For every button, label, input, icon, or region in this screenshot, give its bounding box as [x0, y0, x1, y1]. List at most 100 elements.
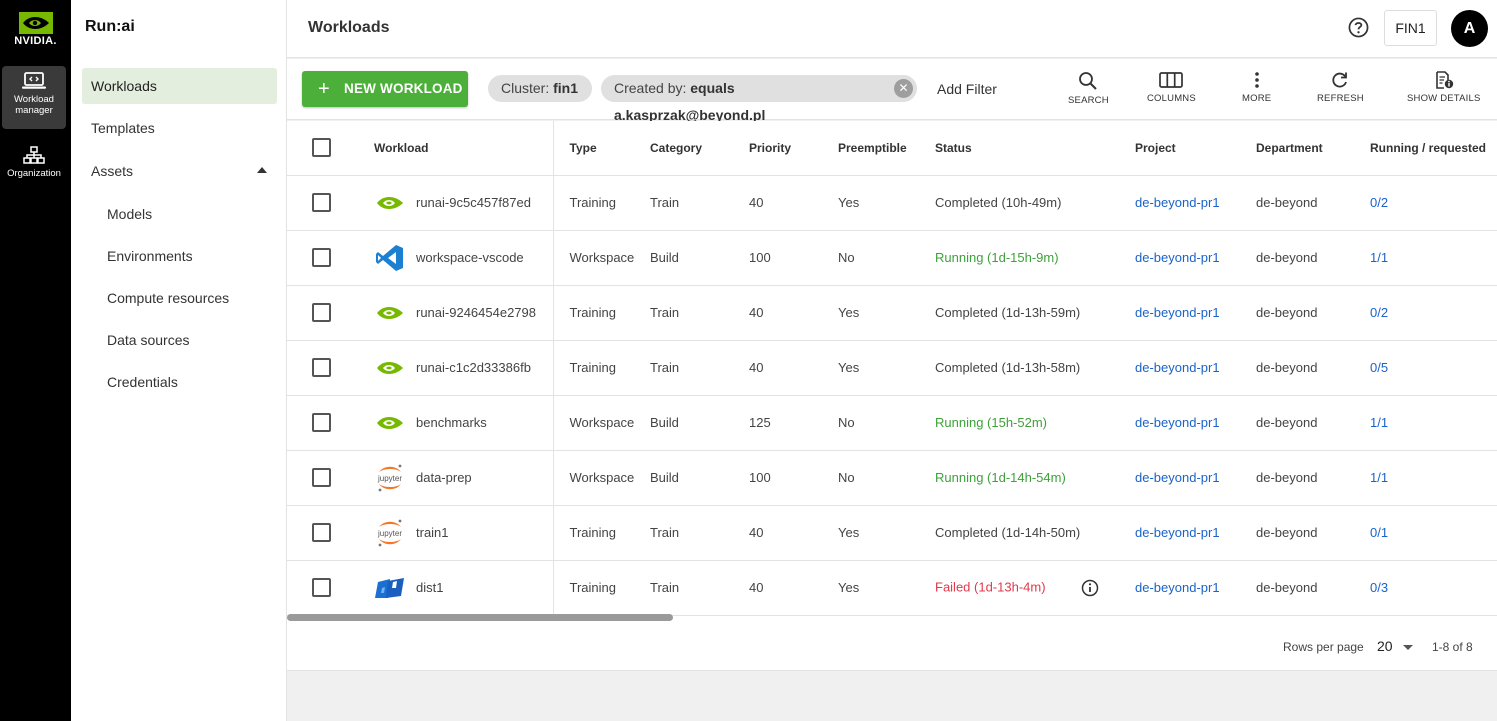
new-workload-button[interactable]: + NEW WORKLOAD	[302, 71, 468, 107]
column-header-priority[interactable]: Priority	[749, 121, 838, 176]
workload-name[interactable]: dist1	[416, 580, 443, 595]
refresh-tool[interactable]: REFRESH	[1317, 71, 1364, 104]
workload-cell[interactable]: runai-9246454e2798	[350, 285, 554, 341]
cluster-selector-button[interactable]: FIN1	[1384, 10, 1437, 46]
running-requested-cell: 0/3	[1370, 560, 1497, 616]
rows-per-page-select[interactable]: 20	[1377, 638, 1393, 654]
workload-cell[interactable]: runai-c1c2d33386fb	[350, 340, 554, 396]
running-requested-link[interactable]: 1/1	[1370, 470, 1388, 485]
nav-item-compute-resources[interactable]: Compute resources	[82, 280, 277, 316]
priority-cell: 40	[749, 285, 838, 341]
column-header-preemptible[interactable]: Preemptible	[838, 121, 935, 176]
project-link[interactable]: de-beyond-pr1	[1135, 250, 1220, 265]
workload-name[interactable]: runai-c1c2d33386fb	[416, 360, 531, 375]
remove-filter-icon[interactable]: ✕	[894, 79, 913, 98]
user-avatar[interactable]: A	[1451, 10, 1488, 47]
workload-name[interactable]: workspace-vscode	[416, 250, 524, 265]
nav-item-environments[interactable]: Environments	[82, 238, 277, 274]
project-link[interactable]: de-beyond-pr1	[1135, 305, 1220, 320]
page-title: Workloads	[308, 19, 390, 36]
workload-name[interactable]: runai-9246454e2798	[416, 305, 536, 320]
column-header-workload[interactable]: Workload	[350, 121, 554, 176]
workload-cell[interactable]: jupyter train1	[350, 505, 554, 561]
workload-cell[interactable]: jupyter data-prep	[350, 450, 554, 506]
row-checkbox[interactable]	[312, 303, 331, 322]
columns-tool[interactable]: COLUMNS	[1147, 71, 1196, 104]
running-requested-link[interactable]: 0/3	[1370, 580, 1388, 595]
row-checkbox[interactable]	[312, 248, 331, 267]
running-requested-link[interactable]: 0/1	[1370, 525, 1388, 540]
table-row[interactable]: benchmarks Workspace Build 125 No Running (15…	[287, 395, 1497, 451]
table-row[interactable]: dist1 Training Train 40 Yes Failed (1d-13h-4m…	[287, 560, 1497, 616]
workload-name[interactable]: train1	[416, 525, 449, 540]
row-select-cell	[287, 395, 350, 451]
workload-name[interactable]: data-prep	[416, 470, 472, 485]
workload-cell[interactable]: benchmarks	[350, 395, 554, 451]
table-row[interactable]: workspace-vscode Workspace Build 100 No Runni…	[287, 230, 1497, 286]
project-link[interactable]: de-beyond-pr1	[1135, 580, 1220, 595]
column-header-department[interactable]: Department	[1256, 121, 1370, 176]
rail-item-workload-manager[interactable]: Workload manager	[2, 66, 66, 129]
svg-text:jupyter: jupyter	[377, 474, 402, 483]
column-header-project[interactable]: Project	[1135, 121, 1256, 176]
filter-chip-cluster[interactable]: Cluster: fin1	[488, 75, 592, 102]
nav-item-assets[interactable]: Assets	[82, 153, 277, 189]
nav-item-credentials[interactable]: Credentials	[82, 364, 277, 400]
filter-chip-created-by[interactable]: Created by: equals a.kasprzak@beyond.pl …	[601, 75, 917, 123]
status-text: Running (1d-15h-9m)	[935, 250, 1059, 265]
help-icon[interactable]	[1348, 17, 1369, 38]
running-requested-link[interactable]: 0/5	[1370, 360, 1388, 375]
nav-item-workloads[interactable]: Workloads	[82, 68, 277, 104]
running-requested-link[interactable]: 0/2	[1370, 195, 1388, 210]
nav-item-templates[interactable]: Templates	[82, 110, 277, 146]
select-all-checkbox[interactable]	[312, 138, 331, 158]
workload-name[interactable]: benchmarks	[416, 415, 487, 430]
column-header-type[interactable]: Type	[553, 121, 650, 176]
more-tool[interactable]: MORE	[1242, 71, 1271, 104]
info-icon[interactable]	[1081, 579, 1099, 597]
row-checkbox[interactable]	[312, 193, 331, 212]
column-header-status[interactable]: Status	[935, 121, 1135, 176]
filter-cluster-value: fin1	[553, 80, 579, 96]
show-details-tool[interactable]: SHOW DETAILS	[1407, 71, 1480, 104]
table-row[interactable]: jupyter train1 Training Train 40 Yes Completed…	[287, 505, 1497, 561]
running-requested-link[interactable]: 0/2	[1370, 305, 1388, 320]
row-checkbox[interactable]	[312, 523, 331, 542]
project-link[interactable]: de-beyond-pr1	[1135, 360, 1220, 375]
nvidia-logo: NVIDIA.	[0, 8, 71, 52]
horizontal-scrollbar[interactable]	[287, 614, 673, 621]
nav-item-data-sources[interactable]: Data sources	[82, 322, 277, 358]
running-requested-cell: 0/2	[1370, 285, 1497, 341]
workload-cell[interactable]: workspace-vscode	[350, 230, 554, 286]
running-requested-link[interactable]: 1/1	[1370, 415, 1388, 430]
column-header-running-requested[interactable]: Running / requested	[1370, 121, 1497, 176]
row-checkbox[interactable]	[312, 413, 331, 432]
workload-cell[interactable]: dist1	[350, 560, 554, 616]
table-row[interactable]: runai-9c5c457f87ed Training Train 40 Yes Comp…	[287, 175, 1497, 231]
running-requested-link[interactable]: 1/1	[1370, 250, 1388, 265]
nvidia-wordmark: NVIDIA.	[14, 35, 57, 47]
rail-item-organization[interactable]: Organization	[2, 140, 66, 192]
table-row[interactable]: jupyter data-prep Workspace Build 100 No Runni…	[287, 450, 1497, 506]
row-checkbox[interactable]	[312, 468, 331, 487]
row-select-cell	[287, 340, 350, 396]
column-header-category[interactable]: Category	[650, 121, 749, 176]
dropdown-caret-icon[interactable]	[1403, 645, 1413, 650]
project-link[interactable]: de-beyond-pr1	[1135, 195, 1220, 210]
project-link[interactable]: de-beyond-pr1	[1135, 415, 1220, 430]
table-row[interactable]: runai-9246454e2798 Training Train 40 Yes Comp…	[287, 285, 1497, 341]
project-link[interactable]: de-beyond-pr1	[1135, 525, 1220, 540]
table-row[interactable]: runai-c1c2d33386fb Training Train 40 Yes Comp…	[287, 340, 1497, 396]
workload-cell[interactable]: runai-9c5c457f87ed	[350, 175, 554, 231]
project-link[interactable]: de-beyond-pr1	[1135, 470, 1220, 485]
search-tool[interactable]: SEARCH	[1068, 71, 1109, 106]
nvidia-icon	[374, 352, 406, 384]
table-footer: Rows per page 20 1-8 of 8	[287, 621, 1497, 671]
nav-item-models[interactable]: Models	[82, 196, 277, 232]
project-cell: de-beyond-pr1	[1135, 395, 1256, 451]
workload-name[interactable]: runai-9c5c457f87ed	[416, 195, 531, 210]
row-checkbox[interactable]	[312, 578, 331, 597]
add-filter-button[interactable]: Add Filter	[937, 81, 997, 97]
row-checkbox[interactable]	[312, 358, 331, 377]
page-header: Workloads FIN1 A	[287, 0, 1497, 58]
